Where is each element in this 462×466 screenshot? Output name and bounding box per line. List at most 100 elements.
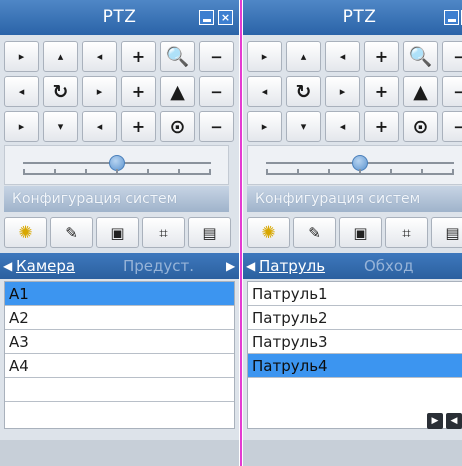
ptz-panel-right: PTZ × ▸ ▴ ◂ + 🔍 − ◂ ↻ ▸ + ▲ − ▸ ▾ ◂ + ⊙ … [243,0,462,466]
iris-icon: ⊙ [160,111,195,142]
tilt-up-button[interactable]: ▴ [286,41,321,72]
prev-icon[interactable]: ◀ [446,413,462,429]
zoom-out-button[interactable]: − [199,41,234,72]
minimize-icon[interactable] [199,10,214,25]
tool-row: ✺ ✎ ▣ ⌗ ▤ [247,217,462,248]
zoom-area-icon[interactable]: ▣ [339,217,382,248]
wiper-icon[interactable]: ✎ [50,217,93,248]
bottom-strip [0,440,239,466]
pan-left-button[interactable]: ◂ [4,76,39,107]
tilt-up-button[interactable]: ▴ [43,41,78,72]
slider-tick [178,169,180,175]
ptz-panel-left: PTZ × ▸ ▴ ◂ + 🔍 − ◂ ↻ ▸ + ▲ − ▸ ▾ ◂ + ⊙ … [0,0,239,466]
slider-tick [116,169,118,175]
list-item[interactable]: Патруль1 [248,282,462,306]
patrol-nav-buttons: ▶ ◀ [427,413,462,429]
light-icon[interactable]: ✺ [4,217,47,248]
list-item[interactable]: A3 [5,330,234,354]
slider-tick [390,169,392,175]
ptz-control-grid: ▸ ▴ ◂ + 🔍 − ◂ ↻ ▸ + ▲ − ▸ ▾ ◂ + ⊙ − [247,41,462,142]
focus-icon: ▲ [160,76,195,107]
zoom-in-button[interactable]: + [121,41,156,72]
center-icon[interactable]: ⌗ [385,217,428,248]
focus-icon: ▲ [403,76,438,107]
zoom-icon: 🔍 [160,41,195,72]
bottom-strip [243,440,462,466]
slider-scale [266,169,454,175]
tab-prev-arrow-icon[interactable]: ◀ [3,253,12,279]
iris-plus-button[interactable]: + [121,111,156,142]
speed-slider[interactable] [247,145,462,185]
slider-track [23,155,211,171]
tab-patrol[interactable]: Патруль [259,253,325,279]
pan-left-up-button[interactable]: ◂ [325,41,360,72]
pan-right-up-button[interactable]: ▸ [247,41,282,72]
zoom-in-button[interactable]: + [364,41,399,72]
list-item[interactable]: A2 [5,306,234,330]
slider-tick [85,169,87,175]
slider-tick [328,169,330,175]
patrol-list: Патруль1 Патруль2 Патруль3 Патруль4 [247,281,462,429]
focus-minus-button[interactable]: − [199,76,234,107]
auto-scan-button[interactable]: ↻ [286,76,321,107]
title-bar: PTZ × [0,0,239,35]
pan-left-up-button[interactable]: ◂ [82,41,117,72]
slider-tick [297,169,299,175]
wiper-icon[interactable]: ✎ [293,217,336,248]
list-item[interactable] [5,378,234,402]
list-item[interactable]: A4 [5,354,234,378]
slider-tick [421,169,423,175]
center-icon[interactable]: ⌗ [142,217,185,248]
tab-camera[interactable]: Камера [16,253,75,279]
zoom-area-icon[interactable]: ▣ [96,217,139,248]
auto-scan-button[interactable]: ↻ [43,76,78,107]
list-item[interactable]: Патруль4 [248,354,462,378]
focus-plus-button[interactable]: + [364,76,399,107]
light-icon[interactable]: ✺ [247,217,290,248]
iris-minus-button[interactable]: − [442,111,462,142]
pan-right-down-button[interactable]: ▸ [4,111,39,142]
iris-plus-button[interactable]: + [364,111,399,142]
iris-minus-button[interactable]: − [199,111,234,142]
pan-left-down-button[interactable]: ◂ [82,111,117,142]
tab-presets[interactable]: Предуст. [123,253,194,279]
tab-bar: ◀ Патруль Обход [243,253,462,279]
slider-scale [23,169,211,175]
tab-prev-arrow-icon[interactable]: ◀ [246,253,255,279]
slider-tick [266,169,268,175]
tilt-down-button[interactable]: ▾ [43,111,78,142]
slider-tick [23,169,25,175]
pan-left-down-button[interactable]: ◂ [325,111,360,142]
list-item[interactable]: A1 [5,282,234,306]
slider-track [266,155,454,171]
pan-right-down-button[interactable]: ▸ [247,111,282,142]
slider-tick [54,169,56,175]
tool-row: ✺ ✎ ▣ ⌗ ▤ [4,217,231,248]
tilt-down-button[interactable]: ▾ [286,111,321,142]
slider-tick [452,169,454,175]
slider-tick [147,169,149,175]
title-bar: PTZ × [243,0,462,35]
ptz-control-grid: ▸ ▴ ◂ + 🔍 − ◂ ↻ ▸ + ▲ − ▸ ▾ ◂ + ⊙ − [4,41,234,142]
play-icon[interactable]: ▶ [427,413,443,429]
pan-right-up-button[interactable]: ▸ [4,41,39,72]
config-button[interactable]: Конфигурация систем [4,186,229,212]
pan-right-button[interactable]: ▸ [325,76,360,107]
speed-slider[interactable] [4,145,229,185]
config-button[interactable]: Конфигурация систем [247,186,462,212]
zoom-out-button[interactable]: − [442,41,462,72]
minimize-icon[interactable] [444,10,459,25]
pan-right-button[interactable]: ▸ [82,76,117,107]
tab-tour[interactable]: Обход [364,253,413,279]
window-title: PTZ [342,7,377,27]
pan-left-button[interactable]: ◂ [247,76,282,107]
menu-icon[interactable]: ▤ [431,217,462,248]
list-item[interactable]: Патруль3 [248,330,462,354]
zoom-icon: 🔍 [403,41,438,72]
menu-icon[interactable]: ▤ [188,217,231,248]
focus-plus-button[interactable]: + [121,76,156,107]
list-item[interactable]: Патруль2 [248,306,462,330]
focus-minus-button[interactable]: − [442,76,462,107]
close-icon[interactable]: × [218,10,233,25]
tab-next-arrow-icon[interactable]: ▶ [226,253,235,279]
